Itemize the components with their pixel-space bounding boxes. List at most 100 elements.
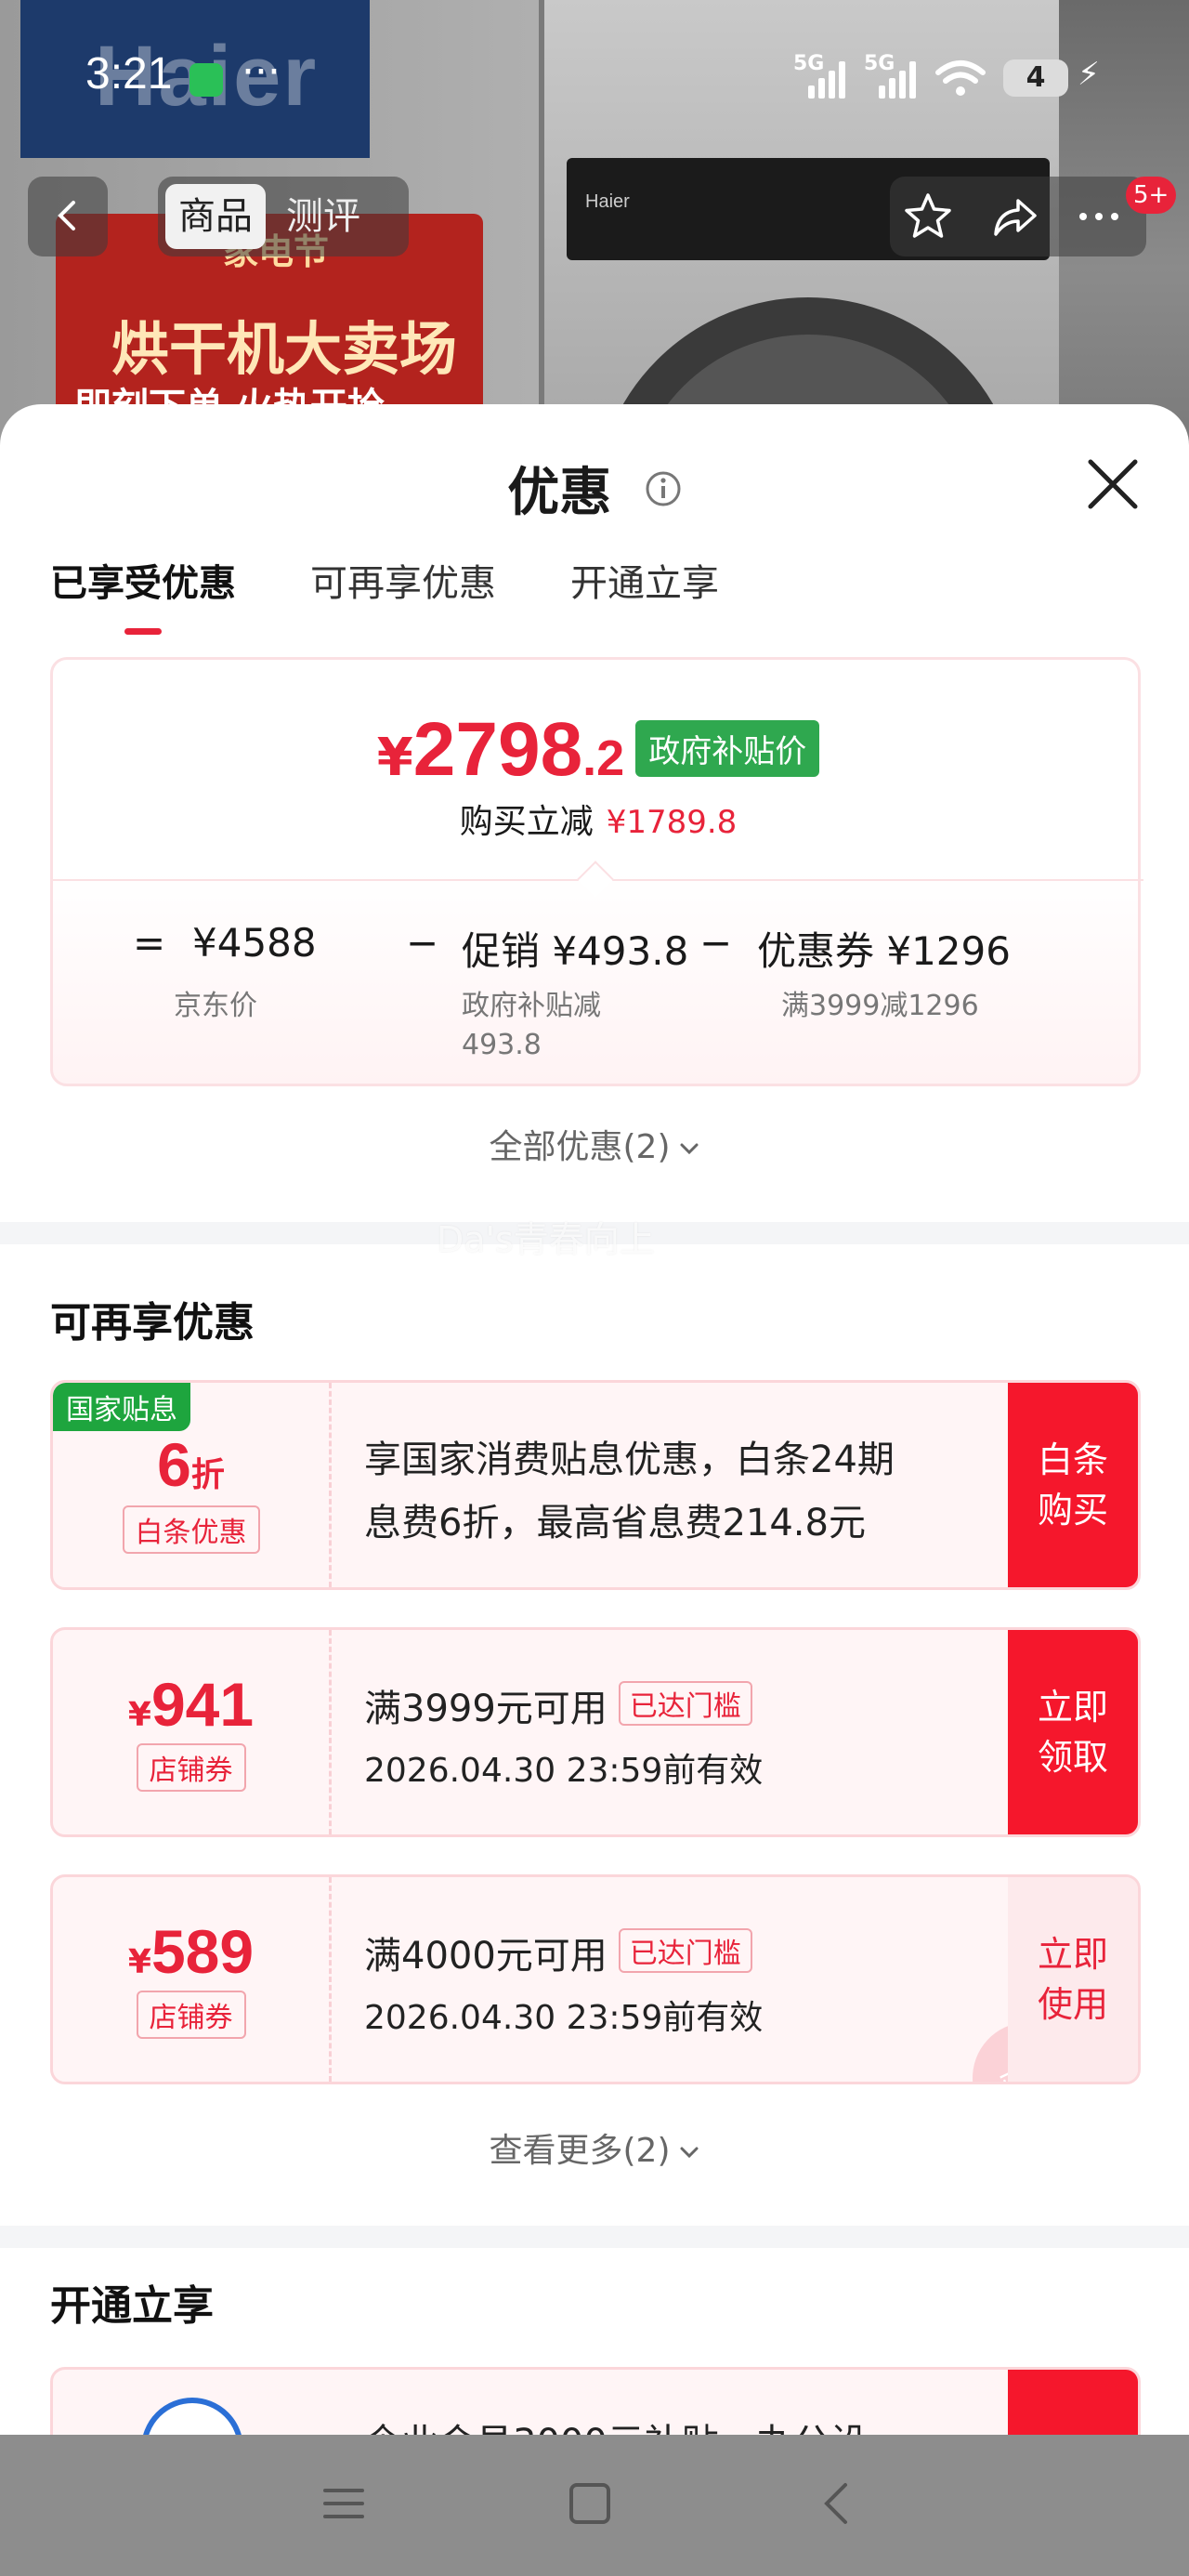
more-icon[interactable] xyxy=(1072,190,1126,243)
coupon-discount: 6折 xyxy=(53,1429,329,1500)
star-icon[interactable] xyxy=(901,190,955,243)
enterprise-member-text: 企业会员3000元补贴，办公设 xyxy=(364,2412,868,2435)
coupon-amount-display: ¥941 xyxy=(53,1669,329,1740)
price-integer: 2798 xyxy=(412,707,583,792)
charging-icon: ⚡ xyxy=(1078,56,1100,93)
sheet-title: 优惠 xyxy=(507,463,612,523)
product-tabs: 商品 测评 xyxy=(158,177,409,256)
wifi-icon xyxy=(935,60,986,96)
more-notifications-icon: ··· xyxy=(242,48,281,96)
section-separator xyxy=(0,2226,1189,2248)
baitiao-buy-button[interactable]: 白条 购买 xyxy=(1008,1383,1138,1587)
status-bar: 3:21 ··· 5G 5G 4 ⚡ xyxy=(0,0,1189,158)
coupon-type-label: 店铺券 xyxy=(136,1991,246,2039)
button-line-2: 购买 xyxy=(1037,1490,1108,1531)
all-discounts-label: 全部优惠(2) xyxy=(489,1128,671,1166)
coupon-big-value: 941 xyxy=(150,1670,255,1739)
more-discounts-title: 可再享优惠 xyxy=(50,1299,255,1347)
price-currency: ¥ xyxy=(376,728,413,788)
threshold-reached-pill: 已达门槛 xyxy=(618,1681,752,1726)
coupon-big-value: 6 xyxy=(157,1430,191,1499)
coupon-validity: 2026.04.30 23:59前有效 xyxy=(364,1999,764,2037)
watermark: Da's青春向上 xyxy=(437,1219,655,1260)
price-decimal: .2 xyxy=(582,730,625,786)
open-enjoy-title: 开通立享 xyxy=(50,2282,214,2330)
base-price: ¥4588 xyxy=(192,920,317,966)
wechat-notification-icon xyxy=(189,63,223,97)
formula-minus-2: − xyxy=(699,920,733,966)
reduction-amount: ¥1789.8 xyxy=(606,804,738,841)
back-icon xyxy=(58,201,75,230)
signal-strength-2-icon xyxy=(879,58,916,99)
discount-tabs: 已享受优惠 可再享优惠 开通立享 xyxy=(50,553,719,635)
message-badge: 5+ xyxy=(1126,177,1177,214)
coupon-type-label: 店铺券 xyxy=(136,1743,246,1792)
see-more-toggle[interactable]: 查看更多(2) xyxy=(0,2123,1189,2172)
coupon-desc-line-2: 息费6折，最高省息费214.8元 xyxy=(364,1502,866,1544)
base-price-label: 京东价 xyxy=(174,990,257,1022)
enterprise-member-card: 企业会员3000元补贴，办公设 立即 xyxy=(50,2367,1141,2435)
tab-product[interactable]: 商品 xyxy=(165,184,266,249)
home-icon[interactable] xyxy=(562,2476,618,2531)
formula-equals: = xyxy=(133,920,166,966)
coupon-threshold-text: 满3999元可用 xyxy=(364,1688,608,1730)
button-line-1: 立即 xyxy=(1037,1934,1108,1975)
coupon-amount-display: ¥589 xyxy=(53,1916,329,1987)
tab-more-available[interactable]: 可再享优惠 xyxy=(310,553,496,607)
coupon-currency: ¥ xyxy=(127,1943,151,1981)
product-actions xyxy=(890,177,1146,256)
coupon-big-value: 589 xyxy=(150,1917,255,1986)
coupon-unit: 折 xyxy=(190,1456,225,1494)
system-navigation-bar xyxy=(0,2435,1189,2576)
tab-review[interactable]: 测评 xyxy=(273,184,373,249)
button-line-2: 使用 xyxy=(1037,1984,1108,2025)
coupon-card-941: ¥941 店铺券 满3999元可用 已达门槛 2026.04.30 23:59前有… xyxy=(50,1627,1141,1837)
coupon-threshold-text: 满4000元可用 xyxy=(364,1935,608,1978)
coupon-condition: 满3999减1296 xyxy=(781,990,979,1022)
nav-back-icon[interactable] xyxy=(810,2476,866,2531)
chevron-down-icon xyxy=(680,1143,698,1155)
claim-coupon-button[interactable]: 立即 领取 xyxy=(1008,1630,1138,1834)
promo-sign-title: 烘干机大卖场 xyxy=(111,315,458,383)
share-icon[interactable] xyxy=(986,190,1040,243)
national-subsidy-tag: 国家贴息 xyxy=(53,1383,190,1431)
formula-minus-1: − xyxy=(406,920,439,966)
instant-reduction: 购买立减 ¥1789.8 xyxy=(53,795,1143,843)
promo-amount: 促销 ¥493.8 xyxy=(462,928,689,974)
status-time: 3:21 xyxy=(85,49,173,99)
button-line-1: 白条 xyxy=(1037,1439,1108,1480)
coupon-description: 享国家消费贴息优惠，白条24期 息费6折，最高省息费214.8元 xyxy=(364,1429,1014,1546)
threshold-reached-pill: 已达门槛 xyxy=(618,1928,752,1973)
enterprise-member-logo-icon xyxy=(141,2398,243,2435)
coupon-value-area: ¥941 店铺券 xyxy=(53,1630,332,1834)
tab-open-enjoy[interactable]: 开通立享 xyxy=(570,553,719,607)
coupon-value-area: ¥589 店铺券 xyxy=(53,1877,332,2082)
coupon-currency: ¥ xyxy=(127,1696,151,1734)
use-coupon-button[interactable]: 立即 使用 xyxy=(1008,1877,1138,2082)
card-notch xyxy=(577,861,614,898)
button-line-2: 领取 xyxy=(1037,1737,1108,1778)
all-discounts-toggle[interactable]: 全部优惠(2) xyxy=(0,1120,1189,1168)
price-breakdown-card: ¥2798.2 政府补贴价 购买立减 ¥1789.8 = ¥4588 京东价 − 促… xyxy=(50,657,1143,1086)
coupon-description: 满3999元可用 已达门槛 2026.04.30 23:59前有效 xyxy=(364,1678,1014,1792)
enterprise-open-button[interactable]: 立即 xyxy=(1008,2370,1138,2435)
menu-icon[interactable] xyxy=(316,2476,372,2531)
coupon-validity: 2026.04.30 23:59前有效 xyxy=(364,1752,764,1790)
coupon-desc-line-1: 享国家消费贴息优惠，白条24期 xyxy=(364,1439,895,1481)
tab-enjoyed[interactable]: 已享受优惠 xyxy=(50,553,236,635)
final-price: ¥2798.2 政府补贴价 xyxy=(53,706,1143,794)
coupon-value-area: 国家贴息 6折 白条优惠 xyxy=(53,1383,332,1587)
battery-icon: 4 xyxy=(1003,59,1068,97)
close-icon[interactable] xyxy=(1085,456,1141,512)
coupon-threshold: 满4000元可用 已达门槛 xyxy=(364,1925,1014,1979)
washer-brand-text: Haier xyxy=(585,191,630,212)
coupon-description: 满4000元可用 已达门槛 2026.04.30 23:59前有效 xyxy=(364,1925,1014,2039)
button-line-1: 立即 xyxy=(1037,1687,1108,1728)
coupon-card-baitiao: 国家贴息 6折 白条优惠 享国家消费贴息优惠，白条24期 息费6折，最高省息费2… xyxy=(50,1380,1141,1590)
reduction-label: 购买立减 xyxy=(459,803,594,841)
back-button[interactable] xyxy=(28,177,108,256)
info-icon[interactable] xyxy=(645,470,682,507)
subsidy-price-tag: 政府补贴价 xyxy=(635,720,820,777)
sheet-header: 优惠 xyxy=(0,451,1189,526)
see-more-label: 查看更多(2) xyxy=(489,2132,671,2170)
